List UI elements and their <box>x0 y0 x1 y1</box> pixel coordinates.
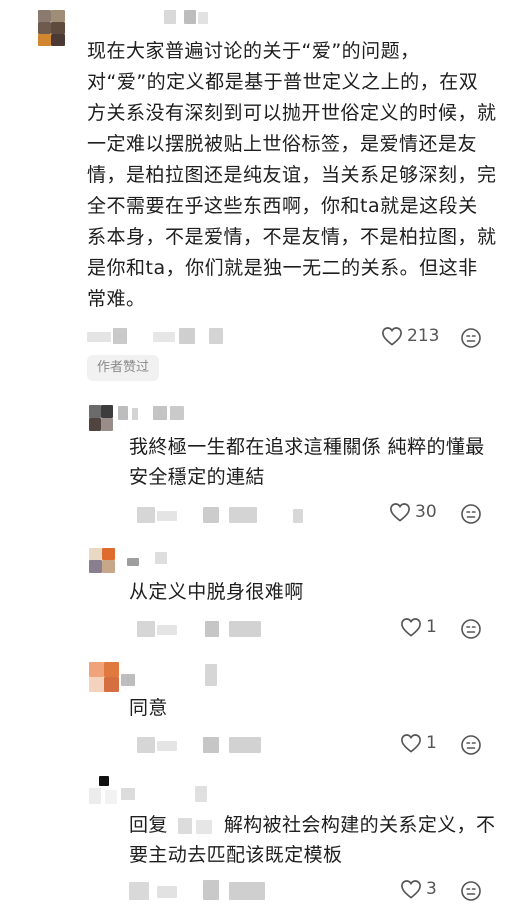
like-button[interactable]: 1 <box>400 617 437 637</box>
reply-text: 回复 解构被社会构建的关系定义，不要主动去匹配该既定模板 <box>129 810 499 870</box>
comment-text: 现在大家普遍讨论的关于“爱”的问题，对“爱”的定义都是基于普世定义之上的，在双方… <box>87 40 497 310</box>
emoji-face-icon[interactable] <box>460 503 482 525</box>
emoji-face-icon[interactable] <box>460 327 482 349</box>
heart-outline-icon <box>401 734 421 753</box>
like-count: 1 <box>426 733 437 753</box>
reply-text: 从定义中脱身很难啊 <box>129 581 304 603</box>
username[interactable] <box>127 552 172 566</box>
avatar[interactable] <box>89 662 119 692</box>
like-count: 30 <box>415 502 437 522</box>
heart-outline-icon <box>401 880 421 899</box>
reply-meta <box>129 737 329 755</box>
username[interactable] <box>164 10 209 24</box>
heart-outline-icon <box>401 618 421 637</box>
author-liked-badge: 作者赞过 <box>87 355 160 381</box>
emoji-face-icon[interactable] <box>460 880 482 902</box>
like-button[interactable]: 30 <box>389 502 437 522</box>
heart-outline-icon <box>390 503 410 522</box>
reply-meta <box>129 880 329 900</box>
reply-meta <box>129 507 329 525</box>
heart-outline-icon <box>382 327 402 346</box>
emoji-face-icon[interactable] <box>460 618 482 640</box>
username[interactable] <box>121 784 211 804</box>
like-button[interactable]: 1 <box>400 733 437 753</box>
username[interactable] <box>121 664 231 688</box>
like-count: 3 <box>426 879 437 899</box>
reply-text: 我終極一生都在追求這種關係 純粹的懂最安全穩定的連結 <box>129 436 485 488</box>
like-button[interactable]: 3 <box>400 879 437 899</box>
like-button[interactable]: 213 <box>381 326 439 346</box>
comment-meta <box>87 328 287 346</box>
like-count: 1 <box>426 617 437 637</box>
reply-text: 同意 <box>129 697 168 719</box>
emoji-face-icon[interactable] <box>460 734 482 756</box>
reply-prefix: 回复 <box>129 814 168 836</box>
avatar[interactable] <box>89 548 115 573</box>
avatar[interactable] <box>38 10 65 46</box>
avatar[interactable] <box>89 405 113 431</box>
username[interactable] <box>118 406 190 420</box>
avatar[interactable] <box>89 776 119 806</box>
like-count: 213 <box>407 326 440 346</box>
reply-meta <box>129 621 329 639</box>
mentioned-user[interactable] <box>168 817 224 834</box>
